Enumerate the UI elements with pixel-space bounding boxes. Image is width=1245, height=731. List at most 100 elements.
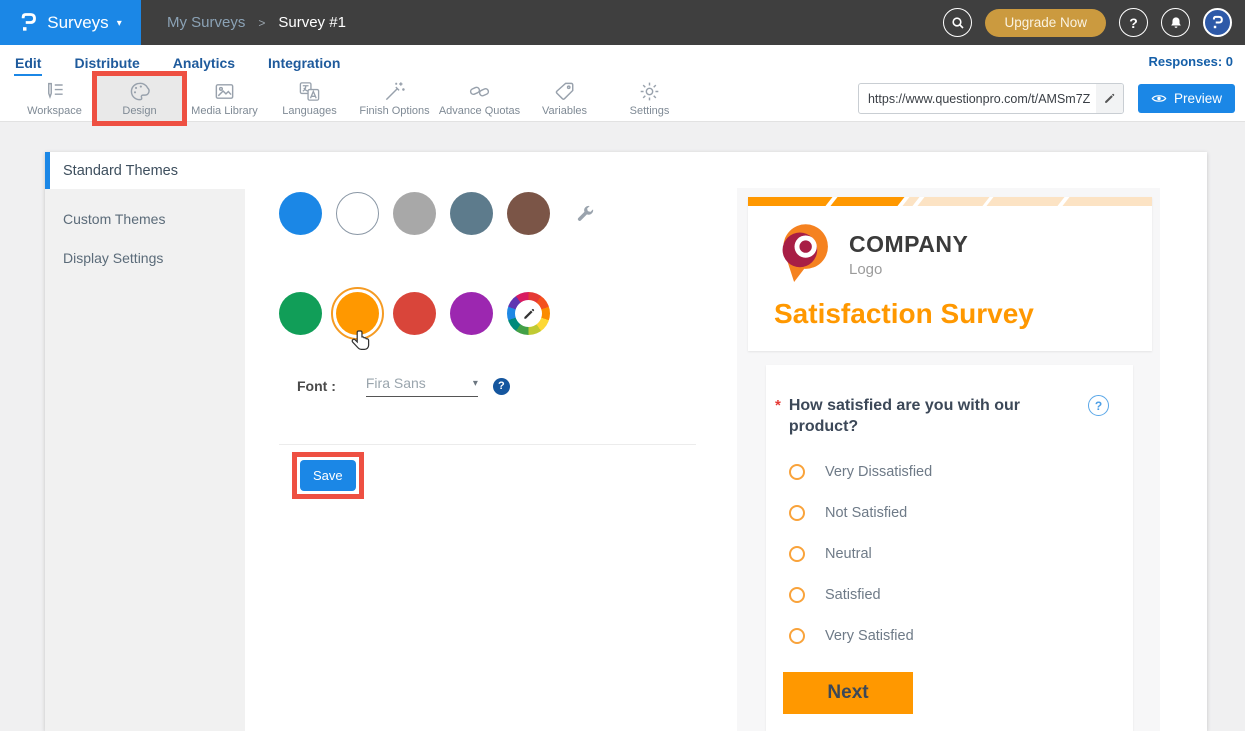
swatch-slate[interactable] <box>450 192 493 235</box>
option-label: Not Satisfied <box>825 505 907 521</box>
toolbar-right: Preview <box>858 76 1245 121</box>
font-help-button[interactable]: ? <box>493 378 510 395</box>
font-select[interactable]: Fira Sans ▾ <box>366 375 478 397</box>
help-icon: ? <box>1129 15 1138 31</box>
upgrade-now-button[interactable]: Upgrade Now <box>985 9 1106 37</box>
question-help-button[interactable]: ? <box>1088 395 1109 416</box>
option-label: Neutral <box>825 546 872 562</box>
tool-advance-quotas[interactable]: Advance Quotas <box>437 76 522 121</box>
tool-label: Media Library <box>191 105 258 117</box>
company-logo: COMPANY Logo <box>774 221 1152 287</box>
workspace-icon <box>43 80 66 103</box>
swatch-red[interactable] <box>393 292 436 335</box>
tool-settings[interactable]: Settings <box>607 76 692 121</box>
progress-segment <box>987 197 1065 206</box>
swatch-brown[interactable] <box>507 192 550 235</box>
tool-label: Workspace <box>27 105 82 117</box>
progress-segment <box>830 197 904 206</box>
sidebar-item-standard-themes[interactable]: Standard Themes <box>45 152 245 189</box>
survey-preview-pane: COMPANY Logo Satisfaction Survey * How s… <box>737 188 1160 731</box>
save-button[interactable]: Save <box>300 460 356 491</box>
navbar-actions: Upgrade Now ? <box>943 8 1245 37</box>
tool-media-library[interactable]: Media Library <box>182 76 267 121</box>
question-row: * How satisfied are you with our product… <box>775 395 1109 437</box>
notifications-button[interactable] <box>1161 8 1190 37</box>
edit-url-button[interactable] <box>1096 84 1123 113</box>
option-label: Very Satisfied <box>825 628 914 644</box>
media-library-icon <box>213 80 236 103</box>
radio-option[interactable]: Neutral <box>789 545 1109 562</box>
bell-icon <box>1168 15 1184 31</box>
radio-icon[interactable] <box>789 546 805 562</box>
variables-tag-icon <box>553 80 576 103</box>
breadcrumb-separator: > <box>258 16 265 30</box>
questionpro-logo-icon <box>1211 14 1225 31</box>
radio-option[interactable]: Very Satisfied <box>789 627 1109 644</box>
subnav-items: Edit Distribute Analytics Integration <box>14 45 372 76</box>
radio-icon[interactable] <box>789 628 805 644</box>
radio-option[interactable]: Very Dissatisfied <box>789 463 1109 480</box>
wrench-icon[interactable] <box>575 204 595 224</box>
help-button[interactable]: ? <box>1119 8 1148 37</box>
swatch-purple[interactable] <box>450 292 493 335</box>
radio-icon[interactable] <box>789 505 805 521</box>
tab-integration[interactable]: Integration <box>267 48 341 76</box>
tool-label: Languages <box>282 105 336 117</box>
breadcrumb-current: Survey #1 <box>278 14 346 31</box>
survey-progress-bar <box>748 197 1152 206</box>
surveys-menu[interactable]: Surveys ▾ <box>0 0 141 45</box>
advance-quotas-icon <box>468 80 491 103</box>
swatch-blue[interactable] <box>279 192 322 235</box>
tab-distribute[interactable]: Distribute <box>73 48 140 76</box>
survey-subnav: Edit Distribute Analytics Integration Respo… <box>0 45 1245 76</box>
breadcrumb-my-surveys[interactable]: My Surveys <box>167 14 245 31</box>
color-picker-pencil-icon <box>515 300 542 327</box>
swatch-custom-color-wheel[interactable] <box>507 292 550 335</box>
sidebar-item-custom-themes[interactable]: Custom Themes <box>45 199 245 238</box>
survey-url-input[interactable] <box>859 92 1096 106</box>
toolbar-items: Workspace Design Media Library Languages Fin… <box>12 76 692 121</box>
tool-label: Variables <box>542 105 587 117</box>
answer-options: Very Dissatisfied Not Satisfied Neutral Sat… <box>789 463 1109 644</box>
palette-icon <box>128 80 151 103</box>
theme-editor: Font : Fira Sans ▾ ? Save <box>245 152 737 731</box>
tool-languages[interactable]: Languages <box>267 76 352 121</box>
preview-button[interactable]: Preview <box>1138 84 1235 113</box>
swatch-gray[interactable] <box>393 192 436 235</box>
tab-analytics[interactable]: Analytics <box>172 48 236 76</box>
tool-label: Settings <box>630 105 670 117</box>
swatch-white[interactable] <box>336 192 379 235</box>
search-button[interactable] <box>943 8 972 37</box>
tool-workspace[interactable]: Workspace <box>12 76 97 121</box>
radio-icon[interactable] <box>789 587 805 603</box>
tool-finish-options[interactable]: Finish Options <box>352 76 437 121</box>
swatch-green[interactable] <box>279 292 322 335</box>
sidebar-item-display-settings[interactable]: Display Settings <box>45 238 245 277</box>
company-logo-texts: COMPANY Logo <box>849 231 968 278</box>
search-icon <box>950 15 966 31</box>
tool-design[interactable]: Design <box>97 76 182 121</box>
radio-option[interactable]: Not Satisfied <box>789 504 1109 521</box>
chevron-down-icon: ▾ <box>117 18 122 29</box>
radio-option[interactable]: Satisfied <box>789 586 1109 603</box>
divider <box>279 444 696 445</box>
progress-segment <box>917 197 989 206</box>
themes-sidebar: Standard ThemesCustom ThemesDisplay Sett… <box>45 152 245 731</box>
swatch-orange[interactable] <box>336 292 379 335</box>
font-label: Font : <box>297 378 336 394</box>
tool-label: Finish Options <box>359 105 429 117</box>
progress-segment <box>748 197 832 206</box>
company-pin-logo-icon <box>774 221 834 287</box>
chevron-down-icon: ▾ <box>473 378 478 389</box>
account-logo-button[interactable] <box>1203 8 1232 37</box>
settings-gear-icon <box>638 80 661 103</box>
finish-options-icon <box>383 80 406 103</box>
radio-icon[interactable] <box>789 464 805 480</box>
sidebar-rest: Custom ThemesDisplay Settings <box>45 189 245 731</box>
tab-edit[interactable]: Edit <box>14 48 42 76</box>
tool-variables[interactable]: Variables <box>522 76 607 121</box>
next-button[interactable]: Next <box>783 672 913 714</box>
pencil-icon <box>1103 92 1116 105</box>
company-sub-label: Logo <box>849 261 968 278</box>
responses-count[interactable]: Responses: 0 <box>1148 54 1233 76</box>
